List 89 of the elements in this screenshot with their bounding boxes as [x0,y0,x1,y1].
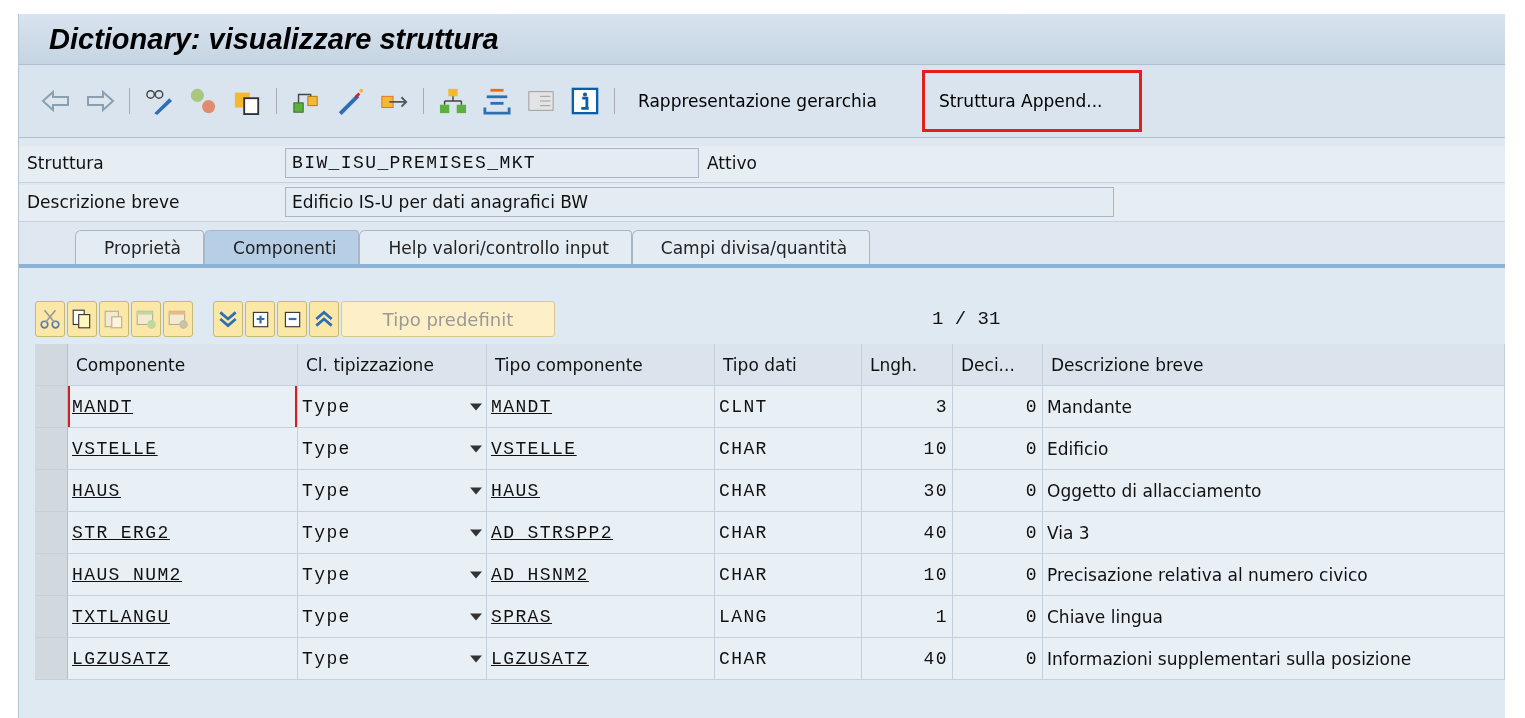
table-cell: Via 3 [1047,522,1090,543]
input-field[interactable]: BIW_ISU_PREMISES_MKT [285,148,699,178]
chevron-down-icon[interactable] [213,301,243,337]
table-cell: 1 [935,606,948,627]
table-cell: 0 [1025,564,1038,585]
cut-icon[interactable] [35,301,65,337]
back-icon[interactable] [41,87,71,115]
table-cell: CLNT [719,396,768,417]
table-cell[interactable]: Type [302,396,351,417]
table-cell: CHAR [719,480,768,501]
dropdown-icon[interactable] [470,486,482,495]
table-link[interactable]: VSTELLE [72,438,158,459]
table-cell: Chiave lingua [1047,606,1163,627]
column-header[interactable]: Descrizione breve [1043,344,1505,385]
table-cell: 40 [923,522,948,543]
column-header[interactable]: Componente [68,344,298,385]
collapse-icon[interactable] [277,301,307,337]
tab[interactable]: Campi divisa/quantità [631,230,871,264]
table-cell[interactable]: Type [302,606,351,627]
table-link[interactable]: HAUS [72,480,121,501]
table-cell[interactable]: Type [302,522,351,543]
column-header[interactable]: Lngh. [862,344,953,385]
expand-icon[interactable] [245,301,275,337]
chevron-up-icon[interactable] [309,301,339,337]
table-link[interactable]: HAUS [491,480,540,501]
table-link[interactable]: TXTLANGU [72,606,170,627]
table-link[interactable]: MANDT [72,396,133,417]
table-cell[interactable]: Type [302,648,351,669]
dropdown-icon[interactable] [470,444,482,453]
hierarchy-icon[interactable] [438,87,468,115]
table-link[interactable]: HAUS_NUM2 [72,564,182,585]
table-cell: 40 [923,648,948,669]
window-title: Dictionary: visualizzare struttura [49,22,499,56]
dropdown-icon[interactable] [470,402,482,411]
column-header[interactable]: Deci... [953,344,1043,385]
stacked-bars-icon[interactable] [482,87,512,115]
table-cell: CHAR [719,438,768,459]
table-link[interactable]: SPRAS [491,606,552,627]
table-cell: Precisazione relativa al numero civico [1047,564,1368,585]
status-text: Attivo [707,153,757,173]
column-header[interactable]: Cl. tipizzazione [298,344,487,385]
tab[interactable]: Help valori/controllo input [359,230,632,264]
field-label: Descrizione breve [27,192,181,212]
tab[interactable]: Componenti [204,230,360,264]
table-cell: CHAR [719,648,768,669]
table-cell: 0 [1025,396,1038,417]
table-cell: 0 [1025,522,1038,543]
table-link[interactable]: LGZUSATZ [491,648,589,669]
table-cell[interactable]: Type [302,438,351,459]
copy-icon[interactable] [67,301,97,337]
table-cell: 10 [923,564,948,585]
table-cell: CHAR [719,522,768,543]
table-cell: 0 [1025,648,1038,669]
tab[interactable]: Proprietà [75,230,204,264]
dropdown-icon[interactable] [470,528,482,537]
forward-icon[interactable] [85,87,115,115]
dropdown-icon[interactable] [470,612,482,621]
table-cell: 0 [1025,438,1038,459]
toolbar-button[interactable]: Struttura Append... [921,70,1142,132]
table-cell: LANG [719,606,768,627]
table-cell: Informazioni supplementari sulla posizione [1047,648,1412,669]
table-cell: 30 [923,480,948,501]
table-link[interactable]: LGZUSATZ [72,648,170,669]
info-icon[interactable] [570,87,600,115]
table-cell: Mandante [1047,396,1132,417]
dropdown-icon[interactable] [470,570,482,579]
field-label: Struttura [27,153,105,173]
table-cell: Oggetto di allacciamento [1047,480,1262,501]
table-link[interactable]: AD_STRSPP2 [491,522,614,543]
table-cell[interactable]: Type [302,564,351,585]
column-header[interactable]: Tipo componente [487,344,715,385]
input-field[interactable]: Edificio IS-U per dati anagrafici BW [285,187,1114,217]
table-cell: 0 [1025,606,1038,627]
table-cell: 10 [923,438,948,459]
glasses-pencil-icon[interactable] [144,87,174,115]
table-link[interactable]: MANDT [491,396,552,417]
table-cell[interactable]: Type [302,480,351,501]
row-counter: 1 / 31 [932,308,1001,330]
column-header[interactable]: Tipo dati [715,344,862,385]
table-link[interactable]: VSTELLE [491,438,577,459]
select-all-cell[interactable] [35,344,68,385]
dropdown-icon[interactable] [470,654,482,663]
table-cell: 0 [1025,480,1038,501]
toolbar-button[interactable]: Rappresentazione gerarchia [621,70,916,132]
table-cell: 3 [935,396,948,417]
table-cell: Edificio [1047,438,1109,459]
table-cell: CHAR [719,564,768,585]
table-link[interactable]: STR_ERG2 [72,522,170,543]
table-link[interactable]: AD_HSNM2 [491,564,589,585]
